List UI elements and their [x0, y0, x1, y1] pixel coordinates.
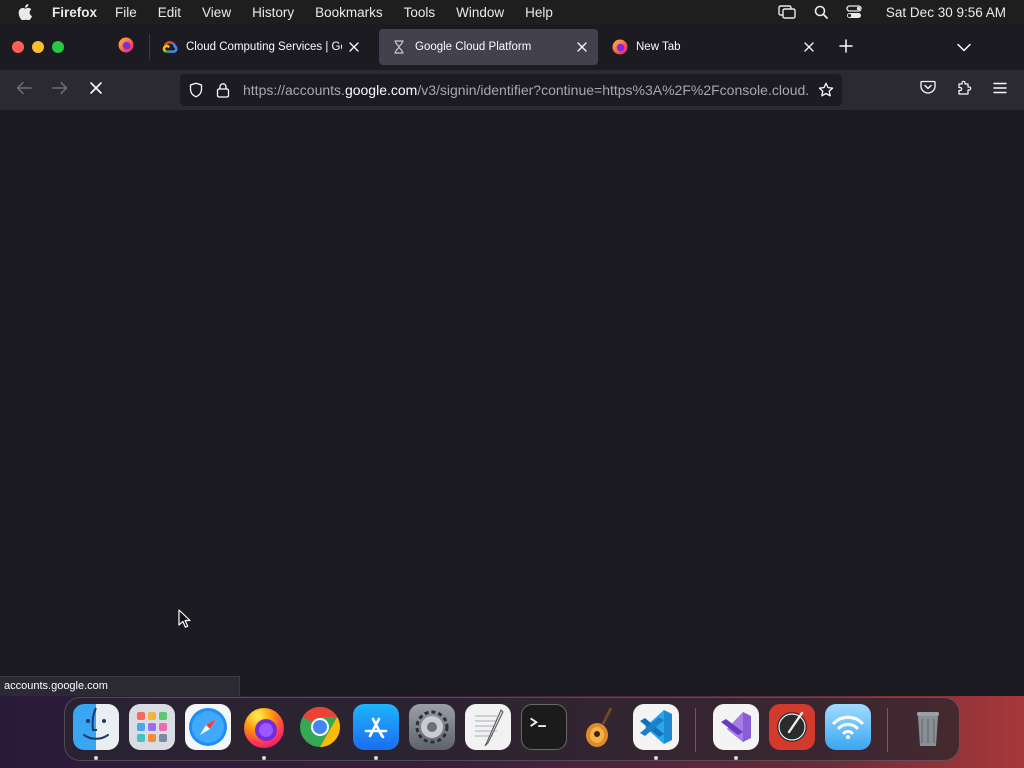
firefox-icon	[118, 37, 134, 58]
plus-icon	[839, 38, 853, 58]
control-center-icon[interactable]	[846, 5, 862, 19]
tab-google-cloud-platform[interactable]: Google Cloud Platform	[379, 29, 598, 65]
menu-file[interactable]: File	[115, 5, 137, 20]
terminal-icon[interactable]	[521, 704, 567, 750]
firefox-icon	[612, 39, 628, 55]
pocket-icon	[920, 80, 936, 100]
window-zoom-button[interactable]	[52, 41, 64, 53]
menu-window[interactable]: Window	[456, 5, 504, 20]
window-close-button[interactable]	[12, 41, 24, 53]
trash-icon[interactable]	[905, 704, 951, 750]
pinned-tab[interactable]	[108, 32, 144, 62]
extensions-button[interactable]	[950, 76, 978, 104]
chrome-icon[interactable]	[297, 704, 343, 750]
apple-logo-icon[interactable]	[18, 4, 34, 20]
window-minimize-button[interactable]	[32, 41, 44, 53]
running-indicator	[734, 756, 738, 760]
tab-close-button[interactable]	[342, 35, 366, 59]
hamburger-menu-icon	[993, 81, 1007, 99]
stop-loading-button[interactable]	[82, 76, 110, 104]
wifi-icon[interactable]	[825, 704, 871, 750]
google-cloud-icon	[162, 39, 178, 55]
tab-new-tab[interactable]: New Tab	[600, 29, 825, 65]
system-settings-icon[interactable]	[409, 704, 455, 750]
menu-history[interactable]: History	[252, 5, 294, 20]
tab-title: Cloud Computing Services | Google Cloud	[186, 41, 342, 53]
url-scheme-subdomain: https://accounts.	[243, 82, 345, 98]
new-tab-button[interactable]	[832, 34, 860, 62]
running-indicator	[654, 756, 658, 760]
tab-title: New Tab	[636, 41, 681, 53]
menu-help[interactable]: Help	[525, 5, 553, 20]
safari-icon[interactable]	[185, 704, 231, 750]
firefox-window: Cloud Computing Services | Google Cloud …	[0, 24, 1024, 696]
tab-strip: Cloud Computing Services | Google Cloud …	[0, 24, 1024, 70]
forward-button[interactable]	[46, 76, 74, 104]
dock-separator	[887, 708, 888, 752]
url-bar[interactable]: https://accounts.google.com/v3/signin/id…	[180, 74, 842, 106]
running-indicator	[262, 756, 266, 760]
status-panel: accounts.google.com	[0, 676, 240, 696]
vscode-icon[interactable]	[633, 704, 679, 750]
tab-title: Google Cloud Platform	[415, 41, 532, 53]
app-store-icon[interactable]	[353, 704, 399, 750]
url-host: google.com	[344, 82, 418, 98]
puzzle-icon	[956, 80, 972, 101]
running-indicator	[374, 756, 378, 760]
menu-bookmarks[interactable]: Bookmarks	[315, 5, 383, 20]
close-x-icon	[90, 81, 102, 99]
page-content-area[interactable]	[0, 110, 1024, 696]
visual-studio-icon[interactable]	[713, 704, 759, 750]
tab-close-button[interactable]	[797, 35, 821, 59]
dock-separator	[695, 708, 696, 752]
save-to-pocket-button[interactable]	[914, 76, 942, 104]
menu-view[interactable]: View	[202, 5, 231, 20]
lock-icon[interactable]	[216, 82, 232, 98]
textedit-icon[interactable]	[465, 704, 511, 750]
dock	[64, 697, 960, 761]
arrow-right-icon	[52, 81, 68, 100]
running-indicator	[94, 756, 98, 760]
back-button[interactable]	[10, 76, 38, 104]
bookmark-star-icon[interactable]	[818, 82, 834, 98]
spotlight-search-icon[interactable]	[814, 5, 828, 19]
launchpad-icon[interactable]	[129, 704, 175, 750]
url-path: /v3/signin/identifier?continue=https%3A%…	[417, 82, 809, 98]
app-menu-button[interactable]	[986, 76, 1014, 104]
screen-mirroring-icon[interactable]	[778, 5, 796, 19]
firefox-icon[interactable]	[241, 704, 287, 750]
menu-tools[interactable]: Tools	[404, 5, 436, 20]
menubar: Firefox File Edit View History Bookmarks…	[0, 0, 1024, 24]
garageband-icon[interactable]	[577, 704, 623, 750]
finder-icon[interactable]	[73, 704, 119, 750]
hourglass-loading-icon	[391, 39, 407, 55]
chevron-down-icon	[957, 39, 971, 57]
tab-close-button[interactable]	[570, 35, 594, 59]
arrow-left-icon	[16, 81, 32, 100]
menubar-clock[interactable]: Sat Dec 30 9:56 AM	[886, 5, 1006, 20]
menu-edit[interactable]: Edit	[158, 5, 181, 20]
navigation-toolbar: https://accounts.google.com/v3/signin/id…	[0, 70, 1024, 110]
list-all-tabs-button[interactable]	[950, 34, 978, 62]
menu-app-firefox[interactable]: Firefox	[52, 5, 97, 20]
mouse-pointer-icon	[178, 609, 192, 629]
instruments-icon[interactable]	[769, 704, 815, 750]
tracking-protection-shield-icon[interactable]	[188, 82, 204, 98]
url-text[interactable]: https://accounts.google.com/v3/signin/id…	[243, 82, 809, 100]
tab-cloud-computing[interactable]: Cloud Computing Services | Google Cloud	[150, 29, 370, 65]
